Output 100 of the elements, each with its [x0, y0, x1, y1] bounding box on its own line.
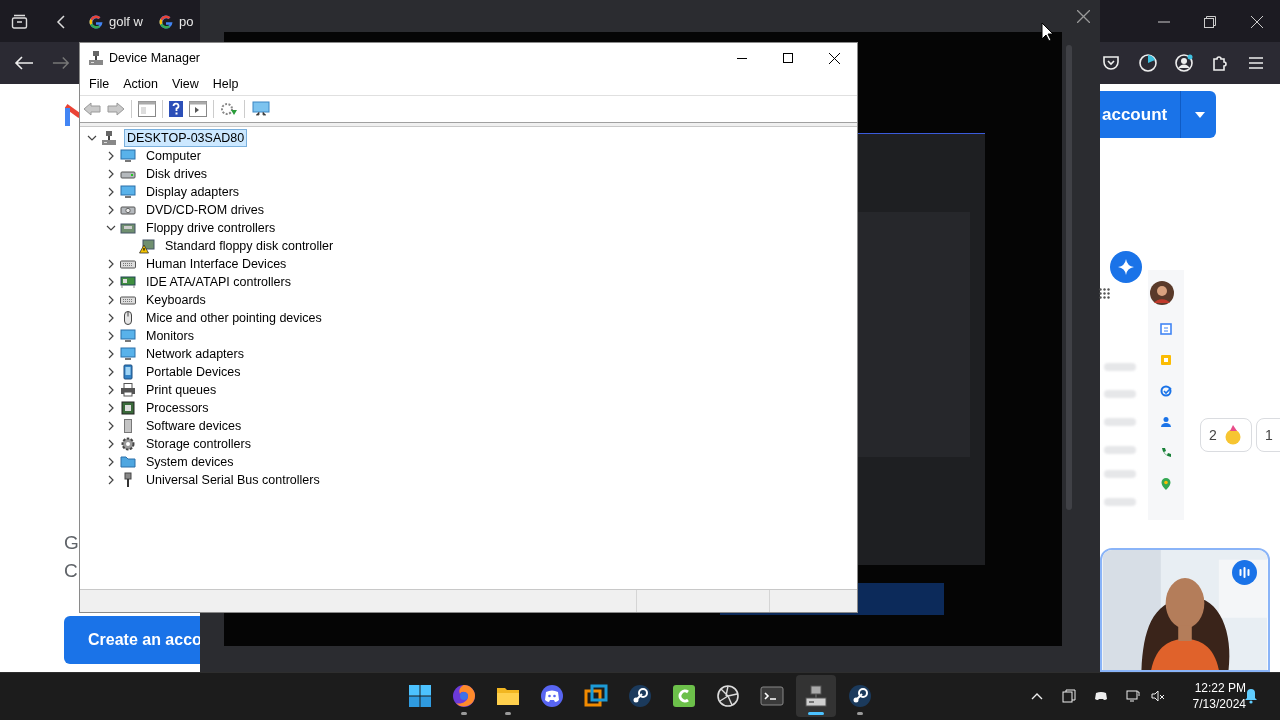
gear-circle-icon	[848, 684, 872, 708]
tree-item[interactable]: Processors	[143, 399, 212, 417]
monitor-icon	[120, 148, 136, 164]
controller-icon[interactable]	[1094, 689, 1108, 703]
help-icon[interactable]	[169, 101, 183, 117]
floppy-controller-icon	[120, 220, 136, 236]
calendar-icon[interactable]	[1160, 323, 1172, 335]
browser-tab[interactable]: golf w	[80, 6, 151, 38]
menu-item[interactable]: File	[83, 74, 116, 94]
tree-item[interactable]: Monitors	[143, 327, 197, 345]
browser-tab[interactable]: po	[150, 6, 202, 38]
reaction-chip[interactable]: 2	[1200, 418, 1252, 452]
storage-icon	[120, 436, 136, 452]
restore-icon[interactable]	[1204, 16, 1216, 28]
window-title: Device Manager	[109, 49, 200, 67]
browser-icon	[452, 684, 476, 708]
arc-square-icon	[672, 684, 696, 708]
scan-icon[interactable]	[220, 101, 238, 117]
squares-icon	[584, 684, 608, 708]
tree-item[interactable]: Keyboards	[143, 291, 209, 309]
tree-item[interactable]: Floppy drive controllers	[143, 219, 279, 237]
tree-item[interactable]: IDE ATA/ATAPI controllers	[143, 273, 294, 291]
tree-item[interactable]: Portable Devices	[143, 363, 244, 381]
tab-title: golf w	[109, 13, 143, 32]
chevron-left-icon[interactable]	[56, 15, 66, 29]
tree-item[interactable]: Human Interface Devices	[143, 255, 290, 273]
menu-item[interactable]: Help	[206, 74, 245, 94]
folder-icon	[120, 454, 136, 470]
body-text: C	[64, 561, 78, 580]
tree-item[interactable]: DESKTOP-03SAD80	[124, 129, 248, 147]
skeleton-bar	[1104, 446, 1136, 454]
tree-item[interactable]: Disk drives	[143, 165, 211, 183]
tree-item[interactable]: Standard floppy disk controller	[162, 237, 337, 255]
monitor-icon	[120, 328, 136, 344]
tree-item[interactable]: Storage controllers	[143, 435, 254, 453]
tree-item[interactable]: Universal Serial Bus controllers	[143, 471, 323, 489]
properties-icon[interactable]	[138, 101, 156, 117]
tree-item[interactable]: Software devices	[143, 417, 245, 435]
account-icon[interactable]	[1174, 53, 1194, 73]
check-circle-icon[interactable]	[1160, 385, 1172, 397]
phone-device-icon	[120, 364, 136, 380]
minimize-icon	[737, 57, 747, 59]
card-icon	[120, 274, 136, 290]
tree-item[interactable]: Computer	[143, 147, 204, 165]
skeleton-bar	[1104, 470, 1136, 478]
puzzle-icon[interactable]	[1210, 53, 1230, 73]
skeleton-bar	[1104, 390, 1136, 398]
phone-icon[interactable]	[1160, 447, 1172, 459]
timer-icon[interactable]	[1138, 53, 1158, 73]
start-icon	[408, 684, 432, 708]
close-icon	[828, 52, 840, 64]
clock[interactable]: 12:22 PM 7/13/2024	[1176, 680, 1246, 712]
computer-icon	[804, 684, 828, 708]
skeleton-bar	[1104, 498, 1136, 506]
monitor-icon	[120, 184, 136, 200]
skeleton-bar	[1104, 418, 1136, 426]
cursor-icon	[1041, 22, 1054, 42]
bell-icon[interactable]	[1244, 688, 1258, 704]
apps-grid-icon[interactable]	[1099, 288, 1110, 299]
gear-circle-icon	[628, 684, 652, 708]
network-computer-icon	[101, 130, 117, 146]
chip-icon	[120, 400, 136, 416]
close-icon[interactable]	[1251, 16, 1263, 28]
pocket-icon[interactable]	[1101, 53, 1121, 73]
tree-item[interactable]: Display adapters	[143, 183, 243, 201]
tree-item[interactable]: Mice and other pointing devices	[143, 309, 325, 327]
printer-icon	[120, 382, 136, 398]
speaker-muted-icon[interactable]	[1151, 689, 1165, 703]
computer-icon	[88, 50, 104, 66]
caret-icon	[1195, 111, 1205, 118]
window-icon[interactable]	[189, 101, 207, 117]
forward-arrow-icon[interactable]	[52, 55, 70, 71]
person-icon[interactable]	[1160, 416, 1172, 428]
network-icon[interactable]	[1126, 689, 1140, 703]
close-icon[interactable]	[1077, 10, 1090, 23]
logo-icon	[65, 102, 81, 126]
monitor-icon	[120, 346, 136, 362]
skeleton-bar	[1104, 363, 1136, 371]
circle-logo-icon	[158, 14, 174, 30]
map-pin-icon[interactable]	[1160, 478, 1172, 490]
body-text: G	[64, 533, 79, 552]
audio-bars-icon	[1239, 567, 1250, 578]
circle-logo-icon	[88, 14, 104, 30]
tree-item[interactable]: System devices	[143, 453, 237, 471]
tree-item[interactable]: Network adapters	[143, 345, 247, 363]
tree-item[interactable]: Print queues	[143, 381, 220, 399]
account-button[interactable]: account	[1100, 91, 1216, 138]
chat-icon	[540, 684, 564, 708]
sparkle-icon	[1118, 259, 1134, 275]
menu-item[interactable]: View	[165, 74, 205, 94]
terminal-icon	[760, 684, 784, 708]
tab-list-icon[interactable]	[11, 14, 28, 30]
taskbar-button[interactable]	[796, 675, 836, 717]
menu-item[interactable]: Action	[117, 74, 164, 94]
monitor-icon[interactable]	[251, 101, 271, 117]
tab-title: po	[179, 13, 194, 32]
avatar-icon[interactable]	[1150, 281, 1174, 305]
tree-item[interactable]: DVD/CD-ROM drives	[143, 201, 268, 219]
reaction-chip[interactable]: 1	[1256, 418, 1280, 452]
copy-icon[interactable]	[1062, 689, 1076, 703]
